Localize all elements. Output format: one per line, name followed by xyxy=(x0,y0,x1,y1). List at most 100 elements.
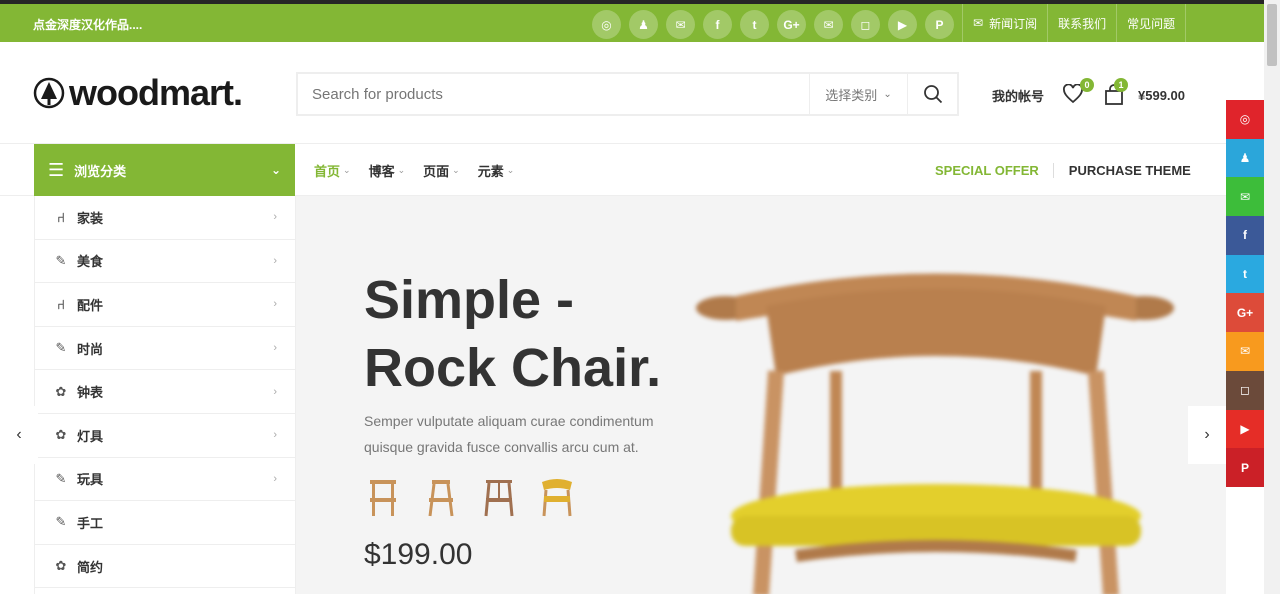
facebook-icon: f xyxy=(1243,228,1247,243)
top-links: ✉ 新闻订阅 联系我们 常见问题 xyxy=(962,4,1187,42)
scrollbar-thumb[interactable] xyxy=(1267,4,1277,66)
envelope-icon: ✉ xyxy=(973,16,984,30)
purchase-theme-link[interactable]: PURCHASE THEME xyxy=(1054,163,1191,178)
chair-thumbnail-4[interactable] xyxy=(538,476,576,518)
weibo-social-button[interactable]: ◎ xyxy=(592,10,621,39)
facebook-social-button[interactable]: f xyxy=(703,10,732,39)
search-input[interactable] xyxy=(298,74,809,114)
chevron-right-icon: › xyxy=(273,385,277,398)
youtube-icon: ▶ xyxy=(1240,421,1250,436)
hero-price: $199.00 xyxy=(364,538,473,571)
newsletter-link[interactable]: ✉ 新闻订阅 xyxy=(962,4,1047,42)
weibo-icon: ◎ xyxy=(1239,112,1251,127)
email-social-button[interactable]: ✉ xyxy=(814,10,843,39)
nav-item-4[interactable]: 元素 ⌄ xyxy=(478,161,515,180)
hero-thumbnails xyxy=(364,476,576,518)
faq-link[interactable]: 常见问题 xyxy=(1116,4,1187,42)
chevron-down-icon: ⌄ xyxy=(270,163,281,177)
google-plus-social-button[interactable]: G+ xyxy=(777,10,806,39)
pinterest-icon: P xyxy=(1240,460,1249,475)
cart-count-badge: 1 xyxy=(1114,78,1129,92)
browse-categories-label: 浏览分类 xyxy=(74,163,127,179)
pinterest-social-button[interactable]: P xyxy=(925,10,954,39)
category-item[interactable]: ⑁ 配件 › xyxy=(35,283,295,327)
category-item[interactable]: ✿ 钟表 › xyxy=(35,370,295,414)
category-item[interactable]: ✎ 时尚 › xyxy=(35,327,295,371)
category-label: 美食 xyxy=(77,254,104,270)
share-twitter-button[interactable]: t xyxy=(1226,254,1264,294)
share-instagram-button[interactable]: ◻ xyxy=(1226,370,1264,410)
site-logo[interactable]: woodmart. xyxy=(33,72,243,114)
slider-prev-button[interactable]: ‹ xyxy=(0,406,38,464)
share-youtube-button[interactable]: ▶ xyxy=(1226,409,1264,449)
chevron-down-icon: ⌄ xyxy=(883,88,892,100)
youtube-icon: ▶ xyxy=(897,17,908,32)
share-email-button[interactable]: ✉ xyxy=(1226,332,1264,371)
share-wechat-button[interactable]: ✉ xyxy=(1226,177,1264,217)
category-item[interactable]: ✎ 手工 xyxy=(35,501,295,545)
instagram-social-button[interactable]: ◻ xyxy=(851,10,880,39)
special-offer-link[interactable]: SPECIAL OFFER xyxy=(935,162,1054,178)
nav-item-label: 博客 xyxy=(368,163,395,179)
share-weibo-button[interactable]: ◎ xyxy=(1226,100,1264,139)
google-plus-icon: G+ xyxy=(1236,305,1254,320)
wechat-icon: ✉ xyxy=(675,17,686,32)
plant-icon: ✿ xyxy=(55,427,67,443)
nav-item-2[interactable]: 博客 ⌄ xyxy=(369,161,406,180)
nav-item-label: 页面 xyxy=(423,163,450,179)
pinterest-icon: P xyxy=(935,17,944,32)
plant-icon: ✿ xyxy=(55,558,67,574)
social-links: ◎ ♟ ✉ f t G+ ✉ ◻ ▶ P xyxy=(592,10,954,39)
cart-total[interactable]: ¥599.00 xyxy=(1138,88,1185,103)
category-label: 家装 xyxy=(77,210,104,226)
category-item[interactable]: ✿ 简约 xyxy=(35,545,295,589)
search-icon xyxy=(923,85,942,104)
chair-thumbnail-2[interactable] xyxy=(422,476,460,518)
utensils-icon: ✎ xyxy=(55,514,67,530)
my-account-link[interactable]: 我的帐号 xyxy=(992,86,1044,105)
category-label: 手工 xyxy=(77,515,104,531)
category-item[interactable]: ✿ 灯具 › xyxy=(35,414,295,458)
category-item[interactable]: ⑁ 家装 › xyxy=(35,196,295,240)
chevron-down-icon: ⌄ xyxy=(452,164,460,175)
facebook-icon: f xyxy=(715,17,720,32)
cart-button[interactable]: 1 xyxy=(1104,78,1129,106)
chair-thumbnail-3[interactable] xyxy=(480,476,518,518)
category-select[interactable]: 选择类别 ⌄ xyxy=(809,74,907,114)
nav-item-1[interactable]: 首页 ⌄ xyxy=(314,161,351,180)
chevron-down-icon: ⌄ xyxy=(343,164,351,175)
category-label: 灯具 xyxy=(77,428,104,444)
wishlist-button[interactable]: 0 xyxy=(1062,78,1095,106)
contact-link[interactable]: 联系我们 xyxy=(1047,4,1116,42)
utensils-icon: ✎ xyxy=(55,470,67,486)
page-scrollbar[interactable] xyxy=(1264,0,1280,594)
share-qq-button[interactable]: ♟ xyxy=(1226,138,1264,178)
hamburger-icon: ☰ xyxy=(48,159,65,180)
youtube-social-button[interactable]: ▶ xyxy=(888,10,917,39)
qq-social-button[interactable]: ♟ xyxy=(629,10,658,39)
category-item[interactable]: ✎ 玩具 › xyxy=(35,458,295,502)
share-google-plus-button[interactable]: G+ xyxy=(1226,293,1264,333)
category-list: ⑁ 家装 › ✎ 美食 › ⑁ 配件 › ✎ 时尚 › ✿ 钟表 › ✿ 灯具 › ✎ 玩具 › ✎ 手工 ✿ 简约 xyxy=(34,196,296,594)
browse-categories-button[interactable]: ☰ 浏览分类 ⌄ xyxy=(34,144,295,196)
chair-thumbnail-1[interactable] xyxy=(364,476,402,518)
search-button[interactable] xyxy=(907,74,957,114)
share-facebook-button[interactable]: f xyxy=(1226,216,1264,255)
chevron-right-icon: › xyxy=(273,211,277,224)
site-header: woodmart. 选择类别 ⌄ 我的帐号 0 1 xyxy=(0,42,1280,144)
category-label: 时尚 xyxy=(77,341,104,357)
chevron-left-icon: ‹ xyxy=(16,426,22,443)
top-bar-text: 点金深度汉化作品.... xyxy=(33,18,143,32)
twitter-icon: t xyxy=(1243,267,1247,282)
category-select-label: 选择类别 xyxy=(825,87,878,103)
chevron-down-icon: ⌄ xyxy=(397,164,406,175)
wechat-social-button[interactable]: ✉ xyxy=(666,10,695,39)
twitter-social-button[interactable]: t xyxy=(740,10,769,39)
nav-item-3[interactable]: 页面 ⌄ xyxy=(423,161,460,180)
slider-next-button[interactable]: › xyxy=(1188,406,1226,464)
share-pinterest-button[interactable]: P xyxy=(1226,448,1264,487)
nav-item-label: 元素 xyxy=(477,163,504,179)
search-form: 选择类别 ⌄ xyxy=(296,72,959,116)
hero-title: Simple - Rock Chair. xyxy=(364,266,661,402)
category-item[interactable]: ✎ 美食 › xyxy=(35,240,295,284)
